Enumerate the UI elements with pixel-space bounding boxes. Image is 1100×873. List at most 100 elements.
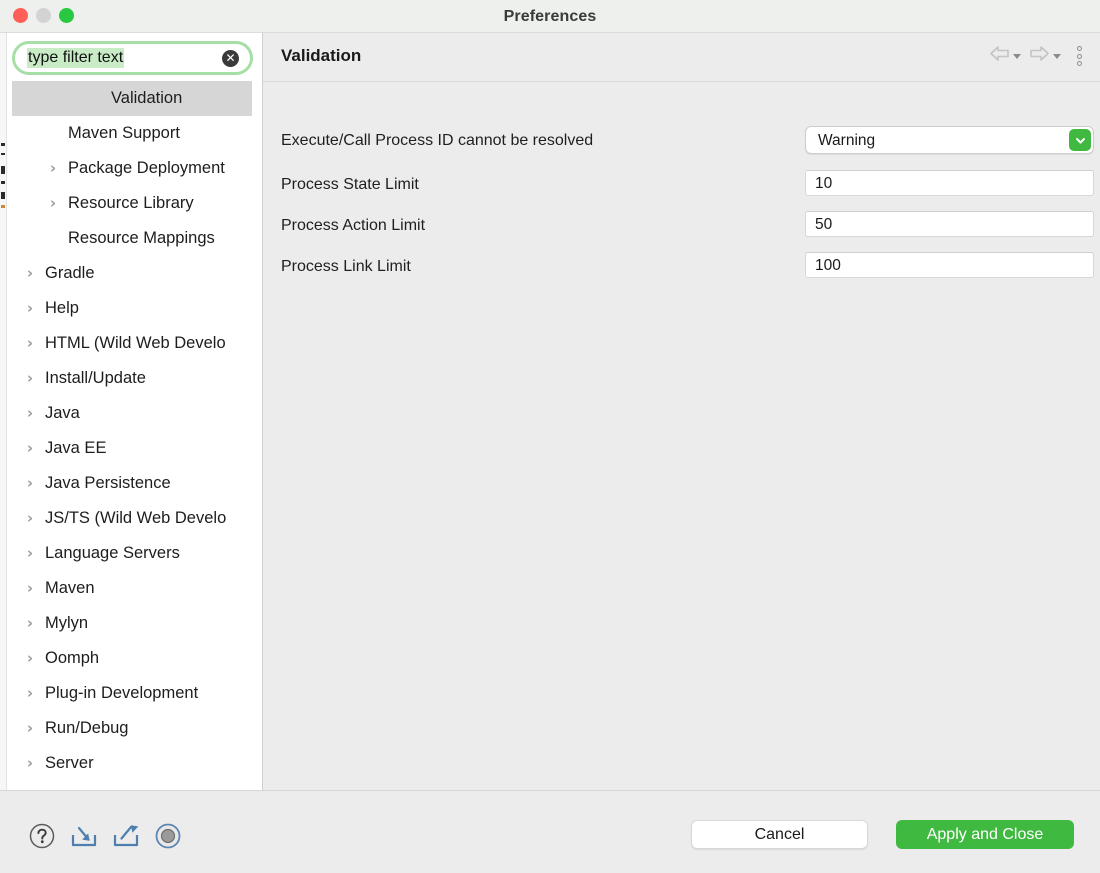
sidebar-item-java[interactable]: › Java (7, 396, 262, 431)
limit-input[interactable]: 100 (805, 252, 1094, 278)
sidebar-item-label: Help (45, 299, 79, 317)
help-icon[interactable] (26, 820, 58, 852)
forward-arrow-icon (1029, 45, 1050, 67)
chevron-right-icon[interactable]: › (24, 571, 36, 606)
sidebar-item-help[interactable]: › Help (7, 291, 262, 326)
sidebar-item-label: Language Servers (45, 544, 180, 562)
chevron-down-icon[interactable] (1053, 53, 1061, 59)
setting-label: Process Link Limit (281, 258, 411, 275)
back-button[interactable] (987, 45, 1023, 67)
chevron-right-icon[interactable]: › (24, 256, 36, 291)
setting-row: Process State Limit 10 (263, 170, 1100, 200)
sidebar-item-label: Install/Update (45, 369, 146, 387)
chevron-right-icon[interactable]: › (24, 676, 36, 711)
preferences-detail-panel: Validation Execute/Call Process ID canno… (263, 33, 1100, 790)
record-icon[interactable] (152, 820, 184, 852)
setting-row: Process Action Limit 50 (263, 211, 1100, 241)
filter-field-container[interactable]: type filter text ✕ (12, 41, 253, 75)
chevron-right-icon[interactable]: › (47, 186, 59, 221)
validation-settings-form: Execute/Call Process ID cannot be resolv… (263, 82, 1100, 790)
import-icon[interactable] (68, 820, 100, 852)
preferences-tree[interactable]: Validation Maven Support › Package Deployme… (7, 81, 262, 790)
sidebar-item-java-ee[interactable]: › Java EE (7, 431, 262, 466)
input-value: 100 (815, 257, 841, 274)
sidebar-item-run-debug[interactable]: › Run/Debug (7, 711, 262, 746)
chevron-right-icon[interactable]: › (24, 291, 36, 326)
panel-toolbar (987, 45, 1090, 67)
chevron-right-icon[interactable]: › (24, 431, 36, 466)
chevron-right-icon[interactable]: › (24, 326, 36, 361)
setting-label: Process State Limit (281, 176, 419, 193)
sidebar-item-maven[interactable]: › Maven (7, 571, 262, 606)
chevron-right-icon[interactable]: › (24, 361, 36, 396)
sidebar-item-validation[interactable]: Validation (12, 81, 252, 116)
sidebar-item-gradle[interactable]: › Gradle (7, 256, 262, 291)
sidebar-item-label: Plug-in Development (45, 684, 199, 702)
setting-label: Execute/Call Process ID cannot be resolv… (281, 132, 594, 149)
setting-row: Execute/Call Process ID cannot be resolv… (263, 126, 1100, 156)
sidebar-item-language-servers[interactable]: › Language Servers (7, 536, 262, 571)
export-icon[interactable] (110, 820, 142, 852)
chevron-right-icon[interactable]: › (47, 151, 59, 186)
sidebar-item-maven-support[interactable]: Maven Support (7, 116, 262, 151)
sidebar-item-resource-library[interactable]: › Resource Library (7, 186, 262, 221)
severity-dropdown[interactable]: Warning (805, 126, 1094, 154)
chevron-right-icon[interactable]: › (24, 501, 36, 536)
chevron-right-icon[interactable]: › (24, 746, 36, 781)
sidebar-item-oomph[interactable]: › Oomph (7, 641, 262, 676)
forward-button[interactable] (1027, 45, 1063, 67)
sidebar-item-java-persistence[interactable]: › Java Persistence (7, 466, 262, 501)
preferences-window: Preferences type filter text ✕ Validatio… (0, 0, 1100, 873)
dropdown-selected-value: Warning (818, 132, 876, 149)
apply-and-close-button[interactable]: Apply and Close (896, 820, 1074, 849)
chevron-right-icon[interactable]: › (24, 606, 36, 641)
title-bar: Preferences (0, 0, 1100, 33)
footer-icon-bar (26, 820, 184, 852)
sidebar-item-label: Package Deployment (68, 159, 225, 177)
sidebar-item-html-wild-web-develo[interactable]: › HTML (Wild Web Develo (7, 326, 262, 361)
sidebar-item-label: Maven Support (68, 124, 180, 142)
sidebar-item-label: Java (45, 404, 80, 422)
chevron-right-icon[interactable]: › (24, 641, 36, 676)
back-arrow-icon (989, 45, 1010, 67)
sidebar-item-install-update[interactable]: › Install/Update (7, 361, 262, 396)
sidebar-item-label: Maven (45, 579, 95, 597)
sidebar-item-package-deployment[interactable]: › Package Deployment (7, 151, 262, 186)
sidebar-item-label: Server (45, 754, 94, 772)
sidebar-item-js-ts-wild-web-develo[interactable]: › JS/TS (Wild Web Develo (7, 501, 262, 536)
sidebar-item-plug-in-development[interactable]: › Plug-in Development (7, 676, 262, 711)
sidebar-item-label: Java Persistence (45, 474, 171, 492)
sidebar-item-mylyn[interactable]: › Mylyn (7, 606, 262, 641)
chevron-down-icon[interactable] (1069, 129, 1091, 151)
setting-row: Process Link Limit 100 (263, 252, 1100, 282)
page-title: Validation (281, 46, 362, 65)
sidebar-item-label: HTML (Wild Web Develo (45, 334, 226, 352)
sidebar-item-label: Resource Mappings (68, 229, 215, 247)
clear-circle-icon[interactable]: ✕ (222, 50, 239, 67)
sidebar-item-label: Mylyn (45, 614, 89, 632)
sidebar-item-label: Run/Debug (45, 719, 129, 737)
chevron-right-icon[interactable]: › (24, 396, 36, 431)
input-value: 50 (815, 216, 833, 233)
preferences-sidebar: type filter text ✕ Validation Maven Suppo… (7, 33, 263, 790)
sidebar-item-label: Validation (111, 89, 183, 107)
input-value: 10 (815, 175, 833, 192)
sidebar-item-label: Gradle (45, 264, 95, 282)
window-title: Preferences (503, 8, 597, 25)
limit-input[interactable]: 10 (805, 170, 1094, 196)
sidebar-item-resource-mappings[interactable]: Resource Mappings (7, 221, 262, 256)
setting-label: Process Action Limit (281, 217, 426, 234)
sidebar-item-label: JS/TS (Wild Web Develo (45, 509, 227, 527)
vertical-dots-menu-icon[interactable] (1067, 46, 1090, 66)
window-edge-strip (0, 33, 7, 790)
panel-header: Validation (263, 33, 1100, 82)
chevron-right-icon[interactable]: › (24, 711, 36, 746)
search-input[interactable]: type filter text (27, 48, 125, 68)
chevron-right-icon[interactable]: › (24, 536, 36, 571)
limit-input[interactable]: 50 (805, 211, 1094, 237)
chevron-down-icon[interactable] (1013, 53, 1021, 59)
sidebar-item-server[interactable]: › Server (7, 746, 262, 781)
sidebar-item-label: Oomph (45, 649, 100, 667)
cancel-button[interactable]: Cancel (691, 820, 868, 849)
chevron-right-icon[interactable]: › (24, 466, 36, 501)
